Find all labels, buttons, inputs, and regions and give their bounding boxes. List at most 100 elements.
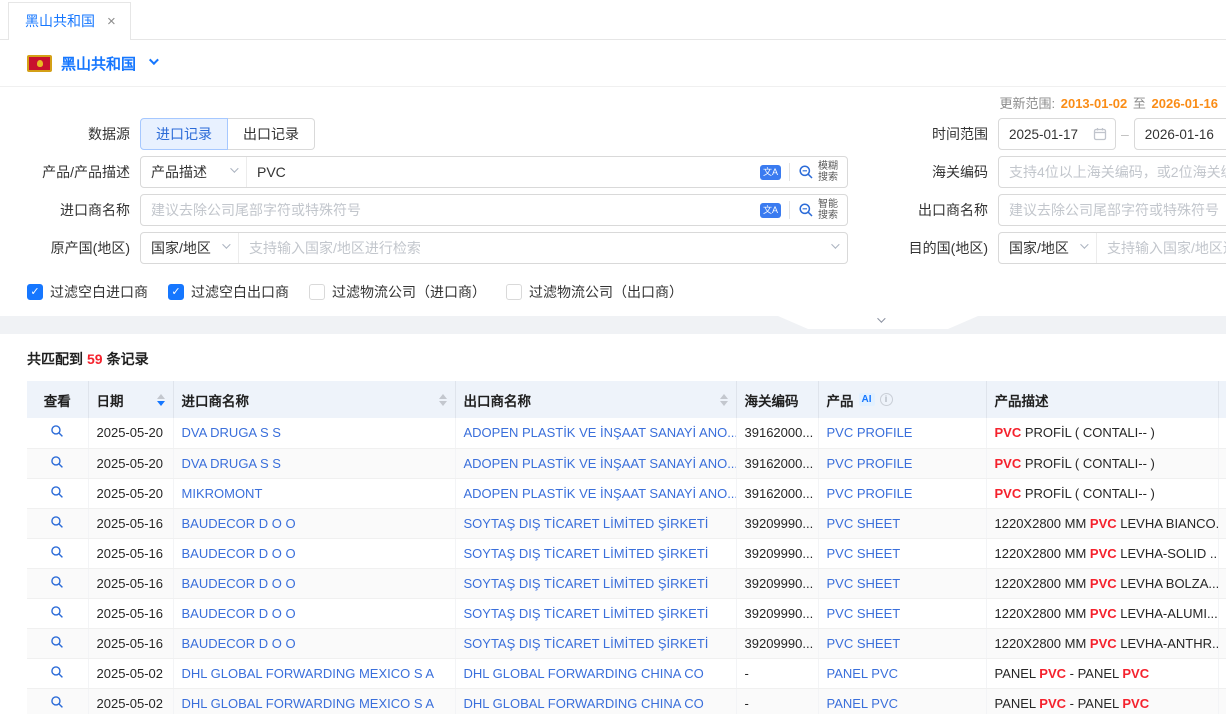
date-cell: 2025-05-16 bbox=[88, 598, 173, 628]
col-cutoff bbox=[1218, 381, 1226, 418]
importer-link[interactable]: DVA DRUGA S S bbox=[182, 425, 281, 440]
exporter-input[interactable] bbox=[998, 194, 1226, 226]
date-cell: 2025-05-16 bbox=[88, 538, 173, 568]
date-cell: 2025-05-02 bbox=[88, 688, 173, 714]
view-record-icon[interactable] bbox=[50, 635, 64, 652]
exporter-link[interactable]: ADOPEN PLASTİK VE İNŞAAT SANAYİ ANO... bbox=[464, 486, 737, 501]
destination-country-input[interactable] bbox=[1097, 233, 1226, 263]
view-record-icon[interactable] bbox=[50, 455, 64, 472]
hs-code-cell: 39209990... bbox=[736, 568, 818, 598]
product-link[interactable]: PVC SHEET bbox=[827, 516, 901, 531]
result-count: 共匹配到59条记录 bbox=[0, 334, 1226, 381]
form-row-country: 原产国(地区) 国家/地区 目的国(地区) 国家/地区 bbox=[0, 232, 1226, 264]
hs-code-cell: 39162000... bbox=[736, 448, 818, 478]
date-cell: 2025-05-20 bbox=[88, 478, 173, 508]
form-row-company: 进口商名称 文A 智能搜索 出口商名称 bbox=[0, 194, 1226, 226]
hs-code-cell: - bbox=[736, 658, 818, 688]
view-record-icon[interactable] bbox=[50, 665, 64, 682]
close-icon[interactable]: × bbox=[107, 14, 116, 29]
view-record-icon[interactable] bbox=[50, 485, 64, 502]
table-header-row: 查看 日期 进口商名称 出口商名称 海关编码 产品 AI bbox=[27, 381, 1226, 418]
date-end-input[interactable] bbox=[1145, 127, 1226, 142]
date-start-input[interactable] bbox=[1009, 127, 1093, 142]
exporter-link[interactable]: ADOPEN PLASTİK VE İNŞAAT SANAYİ ANO... bbox=[464, 425, 737, 440]
view-record-icon[interactable] bbox=[50, 424, 64, 441]
hs-code-input[interactable] bbox=[998, 156, 1226, 188]
importer-link[interactable]: MIKROMONT bbox=[182, 486, 263, 501]
view-record-icon[interactable] bbox=[50, 515, 64, 532]
view-record-icon[interactable] bbox=[50, 695, 64, 712]
exporter-link[interactable]: SOYTAŞ DIŞ TİCARET LİMİTED ŞİRKETİ bbox=[464, 576, 709, 591]
product-link[interactable]: PVC SHEET bbox=[827, 636, 901, 651]
origin-country-input[interactable] bbox=[239, 233, 827, 263]
date-start-field[interactable] bbox=[998, 118, 1116, 150]
translate-icon[interactable]: 文A bbox=[760, 203, 781, 218]
date-range-separator: – bbox=[1121, 126, 1129, 142]
date-end-field[interactable] bbox=[1134, 118, 1226, 150]
exporter-link[interactable]: DHL GLOBAL FORWARDING CHINA CO bbox=[464, 696, 704, 711]
product-link[interactable]: PVC PROFILE bbox=[827, 425, 913, 440]
update-range: 更新范围: 2013-01-02 至 2026-01-16 bbox=[0, 93, 1226, 112]
chevron-down-icon[interactable] bbox=[149, 55, 159, 65]
product-link[interactable]: PANEL PVC bbox=[827, 666, 899, 681]
result-count-number: 59 bbox=[87, 351, 103, 367]
tab-montenegro[interactable]: 黑山共和国 × bbox=[8, 2, 131, 40]
exporter-link[interactable]: SOYTAŞ DIŞ TİCARET LİMİTED ŞİRKETİ bbox=[464, 606, 709, 621]
hs-code-cell: 39162000... bbox=[736, 478, 818, 508]
product-link[interactable]: PVC SHEET bbox=[827, 606, 901, 621]
importer-link[interactable]: BAUDECOR D O O bbox=[182, 576, 296, 591]
exporter-link[interactable]: SOYTAŞ DIŞ TİCARET LİMİTED ŞİRKETİ bbox=[464, 636, 709, 651]
origin-label: 原产国(地区) bbox=[0, 238, 140, 258]
filter-checkbox[interactable]: ✓过滤空白进口商 bbox=[27, 282, 148, 302]
importer-link[interactable]: DHL GLOBAL FORWARDING MEXICO S A bbox=[182, 696, 435, 711]
filter-checkbox[interactable]: ✓过滤空白出口商 bbox=[168, 282, 289, 302]
product-link[interactable]: PVC SHEET bbox=[827, 576, 901, 591]
importer-link[interactable]: BAUDECOR D O O bbox=[182, 516, 296, 531]
col-exporter: 出口商名称 bbox=[455, 381, 736, 418]
sort-icon-importer[interactable] bbox=[433, 394, 447, 406]
view-record-icon[interactable] bbox=[50, 605, 64, 622]
info-icon[interactable]: i bbox=[880, 393, 893, 406]
exporter-link[interactable]: SOYTAŞ DIŞ TİCARET LİMİTED ŞİRKETİ bbox=[464, 516, 709, 531]
exporter-link[interactable]: ADOPEN PLASTİK VE İNŞAAT SANAYİ ANO... bbox=[464, 456, 737, 471]
importer-input[interactable] bbox=[141, 195, 752, 225]
importer-link[interactable]: DHL GLOBAL FORWARDING MEXICO S A bbox=[182, 666, 435, 681]
origin-country-select[interactable]: 国家/地区 bbox=[141, 233, 239, 263]
product-link[interactable]: PVC PROFILE bbox=[827, 486, 913, 501]
sort-icon-date[interactable] bbox=[151, 394, 165, 406]
view-record-icon[interactable] bbox=[50, 575, 64, 592]
form-row-datasource: 数据源 进口记录 出口记录 时间范围 – bbox=[0, 118, 1226, 150]
destination-country-select[interactable]: 国家/地区 bbox=[999, 233, 1097, 263]
translate-icon[interactable]: 文A bbox=[760, 165, 781, 180]
product-link[interactable]: PVC PROFILE bbox=[827, 456, 913, 471]
cutoff-cell bbox=[1218, 508, 1226, 538]
product-type-select[interactable]: 产品描述 bbox=[141, 157, 247, 187]
product-input[interactable] bbox=[247, 157, 752, 187]
importer-link[interactable]: BAUDECOR D O O bbox=[182, 606, 296, 621]
col-product: 产品 AI i bbox=[818, 381, 986, 418]
exporter-link[interactable]: DHL GLOBAL FORWARDING CHINA CO bbox=[464, 666, 704, 681]
filter-checkbox[interactable]: 过滤物流公司（进口商） bbox=[309, 282, 486, 302]
importer-link[interactable]: BAUDECOR D O O bbox=[182, 636, 296, 651]
filter-checkbox[interactable]: 过滤物流公司（出口商） bbox=[506, 282, 683, 302]
date-cell: 2025-05-20 bbox=[88, 418, 173, 448]
product-link[interactable]: PVC SHEET bbox=[827, 546, 901, 561]
col-description: 产品描述 bbox=[986, 381, 1218, 418]
export-records-button[interactable]: 出口记录 bbox=[228, 118, 315, 150]
date-cell: 2025-05-16 bbox=[88, 508, 173, 538]
fuzzy-search-button[interactable]: 模糊搜索 bbox=[790, 157, 847, 187]
view-record-icon[interactable] bbox=[50, 545, 64, 562]
importer-link[interactable]: BAUDECOR D O O bbox=[182, 546, 296, 561]
exporter-link[interactable]: SOYTAŞ DIŞ TİCARET LİMİTED ŞİRKETİ bbox=[464, 546, 709, 561]
importer-link[interactable]: DVA DRUGA S S bbox=[182, 456, 281, 471]
sort-icon-exporter[interactable] bbox=[714, 394, 728, 406]
montenegro-flag-icon bbox=[27, 55, 52, 72]
update-range-start: 2013-01-02 bbox=[1061, 96, 1128, 111]
product-link[interactable]: PANEL PVC bbox=[827, 696, 899, 711]
smart-search-button[interactable]: 智能搜索 bbox=[790, 195, 847, 225]
import-records-button[interactable]: 进口记录 bbox=[140, 118, 228, 150]
hs-code-cell: 39209990... bbox=[736, 598, 818, 628]
description-cell: 1220X2800 MM PVC LEVHA-SOLID ... bbox=[986, 538, 1218, 568]
collapse-panel-toggle[interactable] bbox=[778, 316, 978, 329]
hs-code-cell: 39209990... bbox=[736, 508, 818, 538]
